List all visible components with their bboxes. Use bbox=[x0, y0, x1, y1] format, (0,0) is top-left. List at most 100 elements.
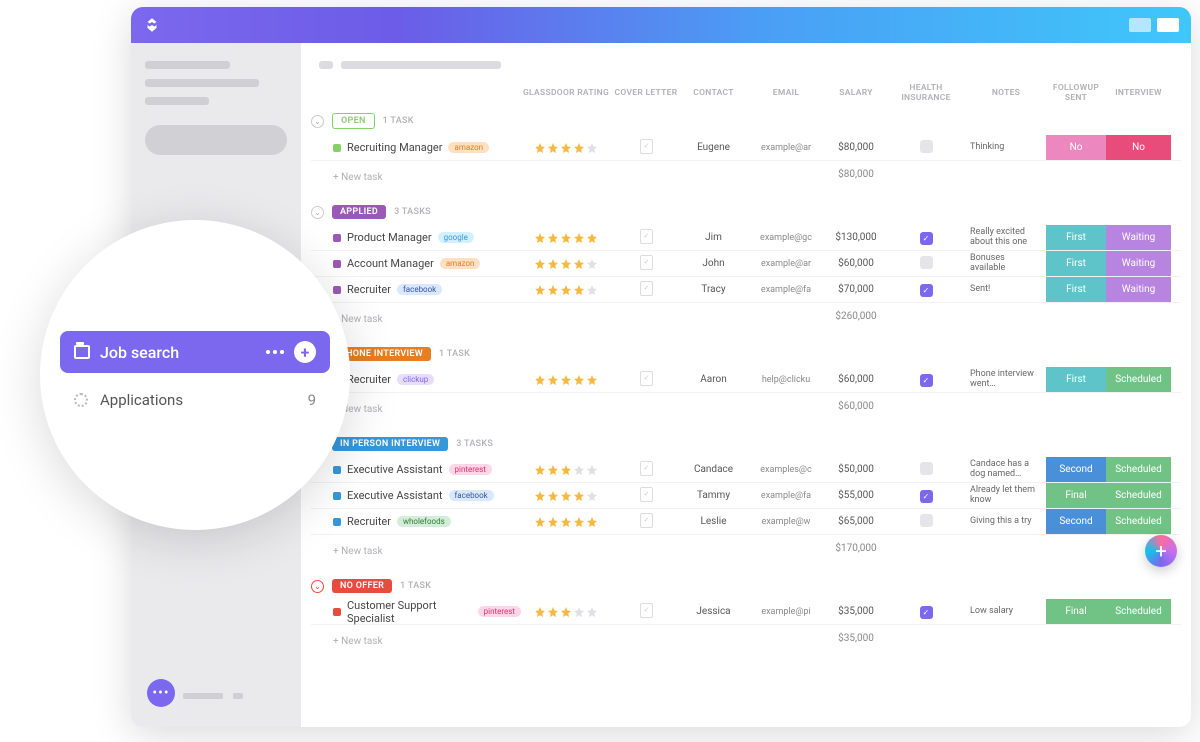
rating-cell[interactable] bbox=[521, 374, 611, 386]
column-header[interactable]: INTERVIEW bbox=[1106, 88, 1171, 98]
health-cell[interactable] bbox=[886, 140, 966, 156]
status-pill[interactable]: OPEN bbox=[332, 113, 375, 129]
column-header[interactable]: COVER LETTER bbox=[611, 88, 681, 98]
rating-cell[interactable] bbox=[521, 284, 611, 296]
interview-cell[interactable]: Waiting bbox=[1106, 225, 1171, 250]
cover-letter-cell[interactable] bbox=[611, 281, 681, 299]
status-pill[interactable]: IN PERSON INTERVIEW bbox=[332, 437, 448, 451]
column-header[interactable]: NOTES bbox=[966, 88, 1046, 98]
cover-letter-cell[interactable] bbox=[611, 139, 681, 157]
rating-cell[interactable] bbox=[521, 232, 611, 244]
column-header[interactable]: GLASSDOOR RATING bbox=[521, 88, 611, 98]
status-pill[interactable]: NO OFFER bbox=[332, 579, 392, 593]
status-pill[interactable]: APPLIED bbox=[332, 205, 386, 219]
interview-cell[interactable]: Waiting bbox=[1106, 251, 1171, 276]
company-tag[interactable]: clickup bbox=[397, 374, 434, 385]
task-row[interactable]: Recruiting Manager amazon Eugene example… bbox=[311, 135, 1181, 161]
notes-cell[interactable]: Sent! bbox=[966, 285, 1046, 295]
notes-cell[interactable]: Already let them know bbox=[966, 486, 1046, 506]
rating-cell[interactable] bbox=[521, 258, 611, 270]
followup-cell[interactable]: First bbox=[1046, 277, 1106, 302]
add-task-fab[interactable]: + bbox=[1145, 535, 1177, 567]
column-header[interactable]: FOLLOWUP SENT bbox=[1046, 83, 1106, 103]
new-task-button[interactable]: + New task bbox=[311, 630, 521, 647]
followup-cell[interactable]: Final bbox=[1046, 599, 1106, 624]
followup-cell[interactable]: First bbox=[1046, 367, 1106, 392]
cover-letter-cell[interactable] bbox=[611, 371, 681, 389]
collapse-toggle[interactable]: ⌄ bbox=[311, 206, 324, 219]
column-header[interactable]: EMAIL bbox=[746, 88, 826, 98]
task-row[interactable]: Product Manager google Jim example@gc $1… bbox=[311, 225, 1181, 251]
health-cell[interactable]: ✓ bbox=[886, 231, 966, 245]
cover-letter-cell[interactable] bbox=[611, 461, 681, 479]
cover-letter-cell[interactable] bbox=[611, 513, 681, 531]
interview-cell[interactable]: Scheduled bbox=[1106, 367, 1171, 392]
chat-button[interactable]: ••• bbox=[147, 679, 175, 707]
task-row[interactable]: Recruiter wholefoods Leslie example@w $6… bbox=[311, 509, 1181, 535]
rating-cell[interactable] bbox=[521, 516, 611, 528]
company-tag[interactable]: facebook bbox=[397, 284, 442, 295]
health-cell[interactable] bbox=[886, 462, 966, 478]
company-tag[interactable]: pinterest bbox=[478, 606, 521, 617]
collapse-toggle[interactable]: ⌄ bbox=[311, 580, 324, 593]
rating-cell[interactable] bbox=[521, 464, 611, 476]
company-tag[interactable]: google bbox=[438, 232, 474, 243]
followup-cell[interactable]: First bbox=[1046, 251, 1106, 276]
cover-letter-cell[interactable] bbox=[611, 487, 681, 505]
add-list-button[interactable]: + bbox=[294, 341, 316, 363]
notes-cell[interactable]: Candace has a dog named… bbox=[966, 460, 1046, 480]
sidebar-list-applications[interactable]: Applications 9 bbox=[60, 381, 330, 419]
task-row[interactable]: Executive Assistant facebook Tammy examp… bbox=[311, 483, 1181, 509]
notes-cell[interactable]: Bonuses available bbox=[966, 254, 1046, 274]
task-row[interactable]: Recruiter clickup Aaron help@clicku $60,… bbox=[311, 367, 1181, 393]
notes-cell[interactable]: Low salary bbox=[966, 607, 1046, 617]
followup-cell[interactable]: Second bbox=[1046, 509, 1106, 534]
health-cell[interactable]: ✓ bbox=[886, 489, 966, 503]
cover-letter-cell[interactable] bbox=[611, 229, 681, 247]
notes-cell[interactable]: Thinking bbox=[966, 143, 1046, 153]
column-header[interactable]: CONTACT bbox=[681, 88, 746, 98]
sidebar-folder-job-search[interactable]: Job search + bbox=[60, 331, 330, 373]
cover-letter-cell[interactable] bbox=[611, 603, 681, 621]
rating-cell[interactable] bbox=[521, 142, 611, 154]
health-cell[interactable] bbox=[886, 256, 966, 272]
folder-menu-icon[interactable] bbox=[266, 350, 284, 354]
interview-cell[interactable]: No bbox=[1106, 135, 1171, 160]
column-header[interactable]: HEALTH INSURANCE bbox=[886, 83, 966, 103]
new-task-button[interactable]: + New task bbox=[311, 166, 521, 183]
rating-cell[interactable] bbox=[521, 490, 611, 502]
cover-letter-cell[interactable] bbox=[611, 255, 681, 273]
collapse-toggle[interactable]: ⌄ bbox=[311, 115, 324, 128]
search-input[interactable] bbox=[145, 125, 287, 155]
health-cell[interactable]: ✓ bbox=[886, 373, 966, 387]
new-task-button[interactable]: + New task bbox=[311, 308, 521, 325]
interview-cell[interactable]: Scheduled bbox=[1106, 457, 1171, 482]
interview-cell[interactable]: Waiting bbox=[1106, 277, 1171, 302]
followup-cell[interactable]: First bbox=[1046, 225, 1106, 250]
health-cell[interactable] bbox=[886, 514, 966, 530]
company-tag[interactable]: facebook bbox=[449, 490, 494, 501]
health-cell[interactable]: ✓ bbox=[886, 605, 966, 619]
company-tag[interactable]: wholefoods bbox=[397, 516, 451, 527]
column-header[interactable]: SALARY bbox=[826, 88, 886, 98]
task-row[interactable]: Recruiter facebook Tracy example@fa $70,… bbox=[311, 277, 1181, 303]
followup-cell[interactable]: No bbox=[1046, 135, 1106, 160]
company-tag[interactable]: amazon bbox=[448, 142, 489, 153]
interview-cell[interactable]: Scheduled bbox=[1106, 509, 1171, 534]
health-cell[interactable]: ✓ bbox=[886, 283, 966, 297]
interview-cell[interactable]: Scheduled bbox=[1106, 599, 1171, 624]
company-tag[interactable]: pinterest bbox=[449, 464, 492, 475]
notes-cell[interactable]: Giving this a try bbox=[966, 517, 1046, 527]
task-row[interactable]: Customer Support Specialist pinterest Je… bbox=[311, 599, 1181, 625]
followup-cell[interactable]: Final bbox=[1046, 483, 1106, 508]
task-row[interactable]: Executive Assistant pinterest Candace ex… bbox=[311, 457, 1181, 483]
notes-cell[interactable]: Really excited about this one bbox=[966, 228, 1046, 248]
task-row[interactable]: Account Manager amazon John example@ar $… bbox=[311, 251, 1181, 277]
new-task-button[interactable]: + New task bbox=[311, 540, 521, 557]
interview-cell[interactable]: Scheduled bbox=[1106, 483, 1171, 508]
rating-cell[interactable] bbox=[521, 606, 611, 618]
company-tag[interactable]: amazon bbox=[440, 258, 481, 269]
followup-cell[interactable]: Second bbox=[1046, 457, 1106, 482]
window-buttons[interactable] bbox=[1129, 18, 1179, 32]
notes-cell[interactable]: Phone interview went… bbox=[966, 370, 1046, 390]
